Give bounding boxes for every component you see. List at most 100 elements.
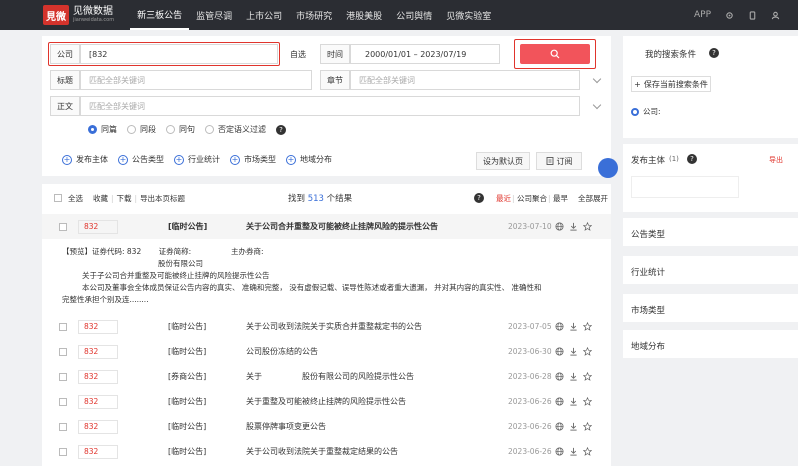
star-icon[interactable] [583,347,592,356]
row-checkbox[interactable] [59,422,67,431]
row-checkbox[interactable] [59,222,67,231]
user-icon[interactable] [771,11,780,20]
chevron-down-icon[interactable] [592,100,602,110]
sort-recent[interactable]: 最近 [496,193,511,204]
nav-item-hk-us-stocks[interactable]: 港股美股 [339,0,389,30]
settings-icon[interactable] [725,11,734,20]
help-icon[interactable]: ? [709,48,719,58]
globe-icon[interactable] [555,372,564,381]
side-float-button[interactable] [598,158,618,178]
star-icon[interactable] [583,372,592,381]
help-icon[interactable]: ? [687,154,697,164]
filter-industry[interactable]: + 行业统计 [174,154,220,165]
plus-icon: + [634,79,641,89]
globe-icon[interactable] [555,322,564,331]
select-all-checkbox[interactable] [54,194,62,202]
nav-item-market-research[interactable]: 市场研究 [289,0,339,30]
export-link[interactable]: 导出 [769,155,783,165]
filter-region[interactable]: + 地域分布 [286,154,332,165]
option-negation-filter[interactable]: 否定语义过滤 [205,124,266,135]
industry-panel[interactable]: 行业统计 [623,256,798,284]
star-icon[interactable] [583,447,592,456]
export-titles-button[interactable]: 导出本页标题 [140,193,185,204]
table-row[interactable]: 832 [临时公告] 关于重整及可能被终止挂牌的风险提示性公告 2023-06-… [42,389,611,414]
help-icon[interactable]: ? [276,124,286,135]
mobile-icon[interactable] [748,10,757,20]
nav-item-company-sentiment[interactable]: 公司舆情 [389,0,439,30]
download-icon[interactable] [569,447,578,456]
download-icon[interactable] [569,322,578,331]
sort-earliest[interactable]: 最早 [553,193,568,204]
table-row[interactable]: 832 [临时公告] 股票停牌事项变更公告 2023-06-26 [42,414,611,439]
announcement-tag: [临时公告] [168,397,207,406]
market-type-panel[interactable]: 市场类型 [623,294,798,322]
row-checkbox[interactable] [59,397,67,406]
nav-item-lab[interactable]: 见微实验室 [439,0,498,30]
my-conditions-title: 我的搜索条件 [645,50,697,60]
globe-icon[interactable] [555,347,564,356]
option-same-article[interactable]: 同篇 [88,124,117,135]
table-row[interactable]: 832 [临时公告] 公司股份冻结的公告 2023-06-30 [42,339,611,364]
row-checkbox[interactable] [59,322,67,331]
row-checkbox[interactable] [59,372,67,381]
nav-item-listed-companies[interactable]: 上市公司 [239,0,289,30]
announcement-title[interactable]: 公司股份冻结的公告 [246,346,318,357]
star-icon[interactable] [583,222,592,231]
region-panel[interactable]: 地域分布 [623,330,798,358]
chapter-keyword-input[interactable]: 匹配全部关键词 [350,70,580,90]
download-icon[interactable] [569,347,578,356]
set-default-button[interactable]: 设为默认页 [476,152,530,170]
table-row[interactable]: 832 [券商公告] 关于 股份有限公司的风险提示性公告 2023-06-28 [42,364,611,389]
app-link[interactable]: APP [694,10,711,20]
globe-icon[interactable] [555,397,564,406]
download-icon[interactable] [569,372,578,381]
search-button[interactable] [520,44,590,64]
star-icon[interactable] [583,397,592,406]
announcement-title[interactable]: 关于公司收到法院关于实质合并重整裁定书的公告 [246,321,422,332]
row-checkbox[interactable] [59,347,67,356]
announcement-title[interactable]: 股票停牌事项变更公告 [246,421,326,432]
subscribe-button[interactable]: 订阅 [536,152,582,170]
time-range-input[interactable]: 2000/01/01 – 2023/07/19 [350,44,500,64]
help-icon[interactable]: ? [474,193,484,203]
announcement-type-panel[interactable]: 公告类型 [623,218,798,246]
announcement-title[interactable]: 关于公司收到法院关于重整裁定结果的公告 [246,446,398,457]
stock-code: 832 [78,319,118,334]
announcement-title[interactable]: 关于 股份有限公司的风险提示性公告 [246,371,414,382]
collect-button[interactable]: 收藏 [93,193,108,204]
download-icon[interactable] [569,422,578,431]
nav-item-regulatory-dd[interactable]: 监管尽调 [189,0,239,30]
globe-icon[interactable] [555,447,564,456]
select-all-label[interactable]: 全选 [68,193,83,204]
row-checkbox[interactable] [59,447,67,456]
globe-icon[interactable] [555,222,564,231]
stock-code: 832 [78,419,118,434]
globe-icon[interactable] [555,422,564,431]
filter-publisher[interactable]: + 发布主体 [62,154,108,165]
logo[interactable]: 見微 见微数据 jianweidata.com [43,5,114,25]
announcement-title[interactable]: 关于重整及可能被终止挂牌的风险提示性公告 [246,396,406,407]
self-select-button[interactable]: 自选 [284,44,312,64]
nav-item-neeq-announcements[interactable]: 新三板公告 [130,0,190,30]
option-same-paragraph[interactable]: 同段 [127,124,156,135]
plus-icon: + [174,154,184,165]
download-icon[interactable] [569,397,578,406]
download-button[interactable]: 下载 [117,193,132,204]
filter-announcement-type[interactable]: + 公告类型 [118,154,164,165]
star-icon[interactable] [583,422,592,431]
save-conditions-button[interactable]: + 保存当前搜索条件 [631,76,711,92]
filter-market-type[interactable]: + 市场类型 [230,154,276,165]
download-icon[interactable] [569,222,578,231]
star-icon[interactable] [583,322,592,331]
chevron-down-icon[interactable] [592,74,602,84]
title-keyword-input[interactable]: 匹配全部关键词 [80,70,312,90]
body-keyword-input[interactable]: 匹配全部关键词 [80,96,580,116]
table-row[interactable]: 832 [临时公告] 关于公司收到法院关于重整裁定结果的公告 2023-06-2… [42,439,611,464]
publisher-list[interactable] [631,176,739,198]
sort-company-aggregate[interactable]: 公司聚合 [517,193,547,204]
announcement-title[interactable]: 关于公司合并重整及可能被终止挂牌风险的提示性公告 [246,221,438,232]
table-row[interactable]: 832 [临时公告] 关于公司合并重整及可能被终止挂牌风险的提示性公告 2023… [42,214,611,239]
option-same-sentence[interactable]: 同句 [166,124,195,135]
expand-all-button[interactable]: 全部展开 [578,193,608,204]
table-row[interactable]: 832 [临时公告] 关于公司收到法院关于实质合并重整裁定书的公告 2023-0… [42,314,611,339]
